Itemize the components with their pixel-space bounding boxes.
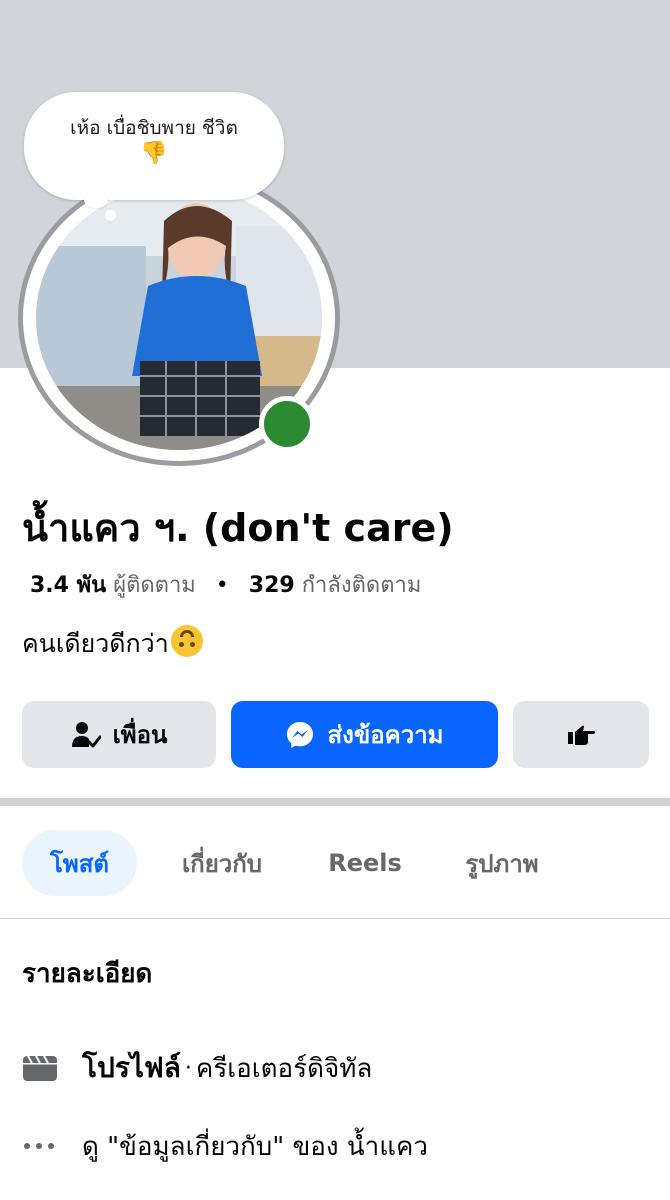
note-bubble-tail-small xyxy=(105,210,116,221)
messenger-icon xyxy=(285,720,315,750)
followers-label[interactable]: ผู้ติดตาม xyxy=(113,573,196,598)
section-divider xyxy=(0,798,670,806)
stats-separator: • xyxy=(215,573,229,598)
send-message-button[interactable]: ส่งข้อความ xyxy=(231,701,498,768)
profile-label: โปรไฟล์ xyxy=(82,1051,181,1084)
bio-text: คนเดียวดีกว่า xyxy=(22,629,169,658)
tab-photos[interactable]: รูปภาพ xyxy=(444,830,560,896)
following-count[interactable]: 329 xyxy=(249,573,295,598)
online-status-indicator xyxy=(259,396,315,452)
note-text: เห้อ เบื่อชิบพาย ชีวิต xyxy=(70,117,238,139)
friend-check-icon xyxy=(71,721,101,749)
profile-category-row: โปรไฟล์ · ครีเอเตอร์ดิจิทัล xyxy=(22,1044,372,1092)
thumbs-down-emoji: 👎 xyxy=(140,141,168,166)
friends-button-label: เพื่อน xyxy=(112,721,168,749)
pointing-hand-icon xyxy=(566,724,596,746)
profile-name: น้ำแคว ฯ. (don't care) xyxy=(22,506,454,550)
see-about-row[interactable]: ดู "ข้อมูลเกี่ยวกับ" ของ น้ำแคว xyxy=(22,1122,428,1170)
profile-bio: คนเดียวดีกว่า xyxy=(22,624,203,664)
more-dots-icon xyxy=(22,1128,58,1164)
friends-button[interactable]: เพื่อน xyxy=(22,701,216,768)
tab-reels[interactable]: Reels xyxy=(317,830,413,896)
note-bubble[interactable]: เห้อ เบื่อชิบพาย ชีวิต 👎 xyxy=(24,92,284,200)
tabs-divider xyxy=(0,918,670,919)
profile-category: ครีเอเตอร์ดิจิทัล xyxy=(195,1053,373,1084)
tab-about[interactable]: เกี่ยวกับ xyxy=(160,830,284,896)
clapperboard-icon xyxy=(22,1050,58,1086)
following-label[interactable]: กำลังติดตาม xyxy=(302,573,422,598)
details-heading: รายละเอียด xyxy=(22,959,153,989)
poke-button[interactable] xyxy=(513,701,649,768)
tab-posts[interactable]: โพสต์ xyxy=(22,830,137,896)
follow-stats: 3.4 พัน ผู้ติดตาม • 329 กำลังติดตาม xyxy=(30,570,421,602)
profile-separator: · xyxy=(184,1055,192,1081)
upside-down-face-emoji xyxy=(170,625,203,657)
followers-count[interactable]: 3.4 พัน xyxy=(30,573,106,598)
see-about-link[interactable]: ดู "ข้อมูลเกี่ยวกับ" ของ น้ำแคว xyxy=(82,1126,428,1167)
note-bubble-tail xyxy=(84,192,108,208)
send-message-label: ส่งข้อความ xyxy=(327,721,444,749)
